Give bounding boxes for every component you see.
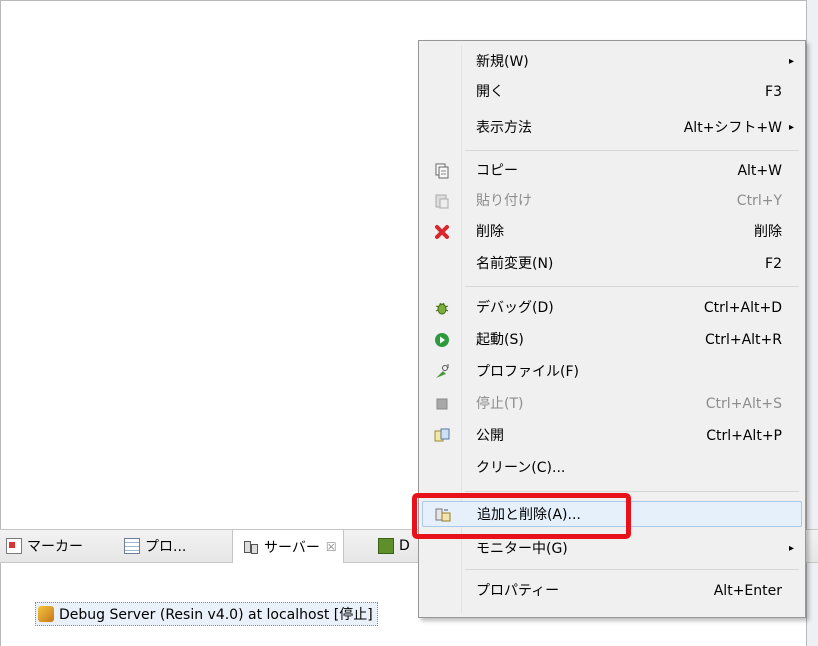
table-icon [124, 538, 140, 554]
server-debug-icon [38, 606, 54, 622]
menu-item-label: 新規(W) [476, 54, 529, 70]
menu-item-start[interactable]: 起動(S) Ctrl+Alt+R [422, 327, 802, 353]
copy-icon [434, 163, 450, 179]
menu-item-label: クリーン(C)... [476, 460, 566, 476]
markers-icon [6, 538, 22, 554]
menu-item-label: 表示方法 [476, 120, 532, 136]
menu-item-stop[interactable]: 停止(T) Ctrl+Alt+S [422, 391, 802, 417]
tab-label: マーカー [27, 539, 83, 555]
menu-separator [465, 569, 799, 570]
tab-label: サーバー [264, 539, 320, 556]
tab-properties-view[interactable]: プロ... [124, 530, 186, 562]
tab-label: D [399, 538, 410, 554]
menu-item-paste[interactable]: 貼り付け Ctrl+Y [422, 188, 802, 214]
menu-item-shortcut: Alt+シフト+W [683, 120, 782, 136]
paste-icon [434, 193, 450, 209]
menu-item-debug[interactable]: デバッグ(D) Ctrl+Alt+D [422, 295, 802, 321]
submenu-arrow-icon: ▸ [788, 122, 794, 133]
menu-item-label: 削除 [476, 224, 504, 240]
menu-item-label: コピー [476, 163, 518, 179]
tab-data-source[interactable]: D [378, 530, 410, 562]
menu-item-label: 開く [476, 84, 504, 100]
menu-item-publish[interactable]: 公開 Ctrl+Alt+P [422, 423, 802, 449]
menu-item-shortcut: Alt+Enter [713, 583, 782, 599]
stop-icon [434, 396, 450, 412]
server-item[interactable]: Debug Server (Resin v4.0) at localhost [… [35, 602, 378, 626]
data-source-icon [378, 538, 394, 554]
menu-item-shortcut: F2 [765, 256, 782, 272]
tab-markers[interactable]: マーカー [6, 530, 83, 562]
menu-item-show-in[interactable]: 表示方法 Alt+シフト+W ▸ [422, 115, 802, 141]
submenu-arrow-icon: ▸ [788, 543, 794, 554]
menu-item-new[interactable]: 新規(W) ▸ [422, 49, 802, 75]
delete-icon [434, 224, 450, 240]
menu-item-rename[interactable]: 名前変更(N) F2 [422, 251, 802, 277]
menu-item-delete[interactable]: 削除 削除 [422, 219, 802, 245]
menu-item-properties[interactable]: プロパティー Alt+Enter [422, 578, 802, 604]
menu-item-shortcut: Ctrl+Alt+D [703, 300, 782, 316]
menu-item-shortcut: Ctrl+Alt+R [704, 332, 782, 348]
menu-item-shortcut: Ctrl+Y [736, 193, 782, 209]
publish-icon [434, 428, 450, 444]
menu-item-label: 貼り付け [476, 193, 532, 209]
menu-item-label: 公開 [476, 428, 504, 444]
close-icon[interactable]: ☒ [326, 540, 337, 554]
menu-item-label: 停止(T) [476, 396, 524, 412]
menu-item-label: 起動(S) [476, 332, 524, 348]
menu-item-copy[interactable]: コピー Alt+W [422, 158, 802, 184]
annotation-highlight-box [412, 493, 631, 539]
menu-separator [465, 150, 799, 151]
menu-item-label: モニター中(G) [476, 541, 568, 557]
bug-icon [434, 300, 450, 316]
menu-item-shortcut: F3 [765, 84, 782, 100]
menu-item-shortcut: 削除 [754, 224, 782, 240]
menu-item-shortcut: Ctrl+Alt+S [705, 396, 782, 412]
menu-separator [465, 491, 799, 492]
menu-item-label: デバッグ(D) [476, 300, 554, 316]
profile-icon [434, 364, 450, 380]
menu-item-clean[interactable]: クリーン(C)... [422, 455, 802, 481]
menu-item-open[interactable]: 開く F3 [422, 79, 802, 105]
menu-item-profile[interactable]: プロファイル(F) [422, 359, 802, 385]
submenu-arrow-icon: ▸ [788, 56, 794, 67]
run-icon [434, 332, 450, 348]
menu-item-label: プロファイル(F) [476, 364, 579, 380]
servers-icon [243, 539, 259, 555]
menu-item-label: 名前変更(N) [476, 256, 554, 272]
server-label: Debug Server (Resin v4.0) at localhost [… [59, 607, 373, 623]
tab-label: プロ... [145, 539, 187, 555]
menu-separator [465, 286, 799, 287]
tab-servers[interactable]: サーバー ☒ [232, 530, 344, 563]
menu-item-shortcut: Alt+W [737, 163, 782, 179]
menu-item-label: プロパティー [476, 583, 560, 599]
menu-item-shortcut: Ctrl+Alt+P [706, 428, 782, 444]
menu-item-monitoring[interactable]: モニター中(G) ▸ [422, 536, 802, 562]
